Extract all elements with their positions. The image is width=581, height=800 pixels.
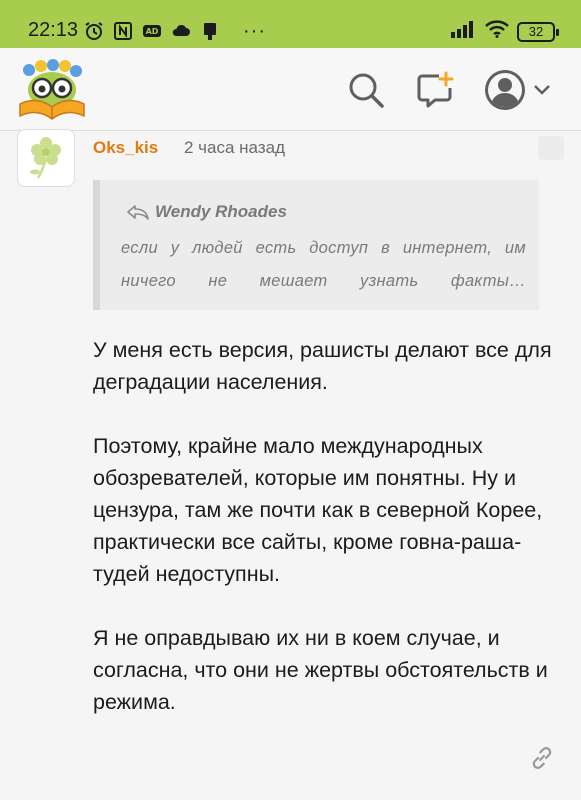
- search-button[interactable]: [344, 68, 388, 112]
- comment-menu-button[interactable]: [538, 136, 564, 160]
- quote-text: если у людей есть доступ в интернет, им …: [121, 232, 526, 298]
- nfc-icon: [113, 21, 133, 41]
- battery-indicator: 32: [517, 21, 559, 42]
- comment-timestamp: 2 часа назад: [184, 138, 285, 157]
- quote-author[interactable]: Wendy Rhoades: [126, 202, 287, 222]
- quote-line: если у людей есть доступ в интернет, им: [121, 239, 526, 257]
- signal-icon: [451, 20, 477, 43]
- alarm-icon: [84, 21, 104, 41]
- wifi-icon: [485, 20, 509, 43]
- comment-paragraph: Поэтому, крайне мало международных обозр…: [93, 434, 543, 586]
- book-owl-logo-icon[interactable]: [17, 58, 87, 120]
- comment-author[interactable]: Oks_kis: [93, 138, 158, 158]
- account-menu-button[interactable]: [483, 68, 559, 112]
- quote-author-name: Wendy Rhoades: [155, 202, 287, 221]
- comment-paragraph: Я не оправдываю их ни в коем случае, и с…: [93, 626, 548, 714]
- new-message-icon: [417, 71, 454, 108]
- reply-arrow-icon: [127, 205, 149, 220]
- link-icon: [532, 747, 552, 769]
- quote-line: ничего не мешает узнать факты…: [121, 272, 526, 290]
- author-avatar[interactable]: [17, 129, 75, 187]
- sim-icon: [200, 21, 220, 41]
- search-icon: [349, 73, 384, 108]
- status-bar: 22:13 AD ··· 32: [0, 0, 581, 48]
- chevron-down-icon: [534, 85, 550, 95]
- svg-text:AD: AD: [146, 27, 159, 36]
- comment-body: У меня есть версия, рашисты делают все д…: [93, 334, 561, 750]
- new-message-button[interactable]: [413, 68, 457, 112]
- permalink-button[interactable]: [529, 745, 555, 771]
- app-header: [0, 48, 581, 131]
- quote-block: Wendy Rhoades если у людей есть доступ в…: [93, 180, 539, 310]
- more-notifications-icon: ···: [243, 20, 266, 42]
- system-icons: 32: [451, 20, 559, 43]
- comment-paragraph: У меня есть версия, рашисты делают все д…: [93, 338, 552, 394]
- cloud-icon: [171, 21, 191, 41]
- notification-icons: AD ···: [84, 19, 266, 43]
- user-avatar-icon: [485, 70, 525, 110]
- status-time: 22:13: [28, 19, 79, 41]
- flower-avatar-icon: [30, 137, 61, 179]
- ad-block-icon: AD: [142, 21, 162, 41]
